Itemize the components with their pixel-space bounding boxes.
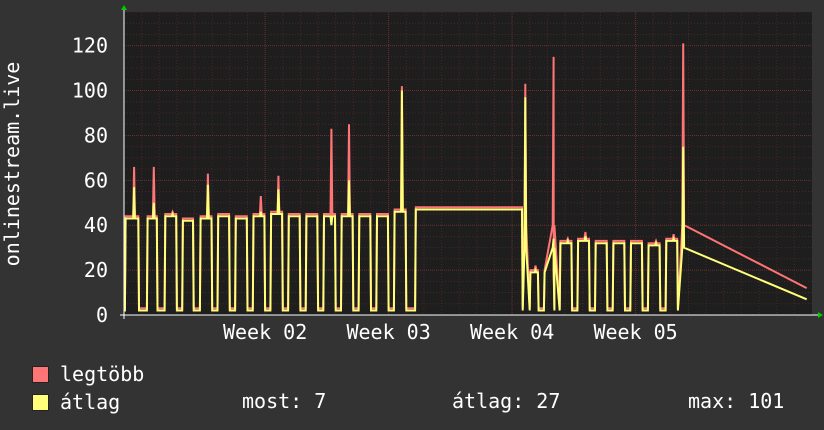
y-axis-arrow-icon <box>121 5 127 10</box>
x-tick-label: Week 04 <box>470 320 554 344</box>
y-tick-label: 60 <box>84 168 108 192</box>
chart-root: 0 20 40 60 80 100 120 Week 02 Week 03 Week 04 Week… <box>0 0 824 430</box>
x-tick-label: Week 03 <box>346 320 430 344</box>
legend-label-avg: átlag <box>60 390 121 414</box>
legend-swatch-max <box>32 365 49 383</box>
x-tick-label: Week 02 <box>223 320 307 344</box>
y-axis-label: onlinestream.live <box>0 62 24 267</box>
x-tick-label: Week 05 <box>593 320 677 344</box>
plot-area <box>124 12 812 315</box>
y-tick-label: 120 <box>72 34 108 58</box>
y-tick-label: 100 <box>72 79 108 103</box>
stat-max: max: 101 <box>688 389 785 413</box>
stat-current: most: 7 <box>242 389 327 413</box>
stat-average: átlag: 27 <box>452 389 561 413</box>
legend-item-max: legtöbb <box>32 363 144 385</box>
legend-item-avg: átlag <box>32 391 120 413</box>
y-tick-label: 80 <box>84 123 108 147</box>
legend-label-max: legtöbb <box>60 362 145 386</box>
y-tick-label: 40 <box>84 213 108 237</box>
x-axis-arrow-icon <box>818 312 823 318</box>
y-tick-label: 0 <box>96 303 108 327</box>
legend-swatch-avg <box>32 393 49 411</box>
y-tick-label: 20 <box>84 258 108 282</box>
